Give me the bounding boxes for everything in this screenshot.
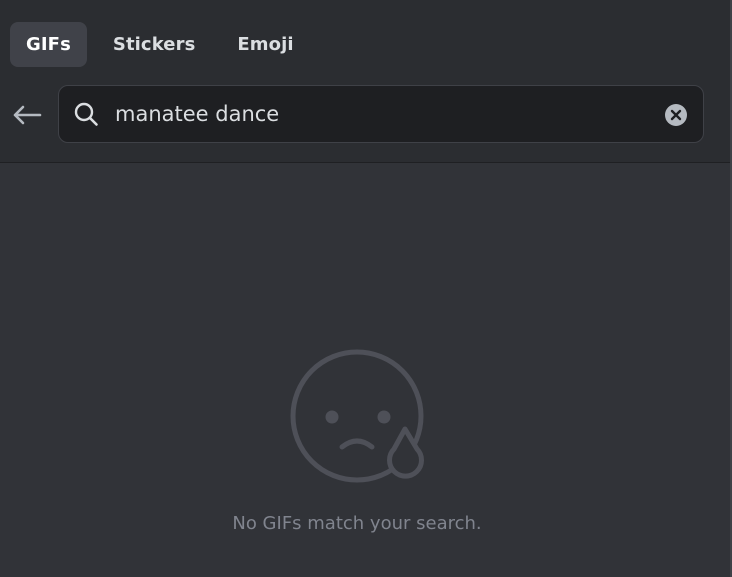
tab-bar: GIFs Stickers Emoji bbox=[10, 22, 310, 67]
expression-picker: GIFs Stickers Emoji manatee dance No GIF… bbox=[0, 0, 732, 577]
tab-emoji[interactable]: Emoji bbox=[221, 22, 309, 67]
sad-face-tear-icon bbox=[290, 349, 424, 483]
tab-stickers[interactable]: Stickers bbox=[97, 22, 212, 67]
clear-circle-icon[interactable] bbox=[665, 104, 687, 126]
arrow-left-icon bbox=[13, 105, 42, 125]
search-box bbox=[58, 85, 704, 143]
search-input[interactable] bbox=[115, 94, 655, 134]
picker-header: GIFs Stickers Emoji bbox=[0, 0, 730, 163]
back-button[interactable] bbox=[10, 100, 44, 130]
empty-state: No GIFs match your search. bbox=[0, 163, 730, 577]
empty-message: No GIFs match your search. bbox=[232, 513, 482, 534]
tab-gifs[interactable]: GIFs bbox=[10, 22, 87, 67]
search-icon bbox=[74, 102, 98, 126]
